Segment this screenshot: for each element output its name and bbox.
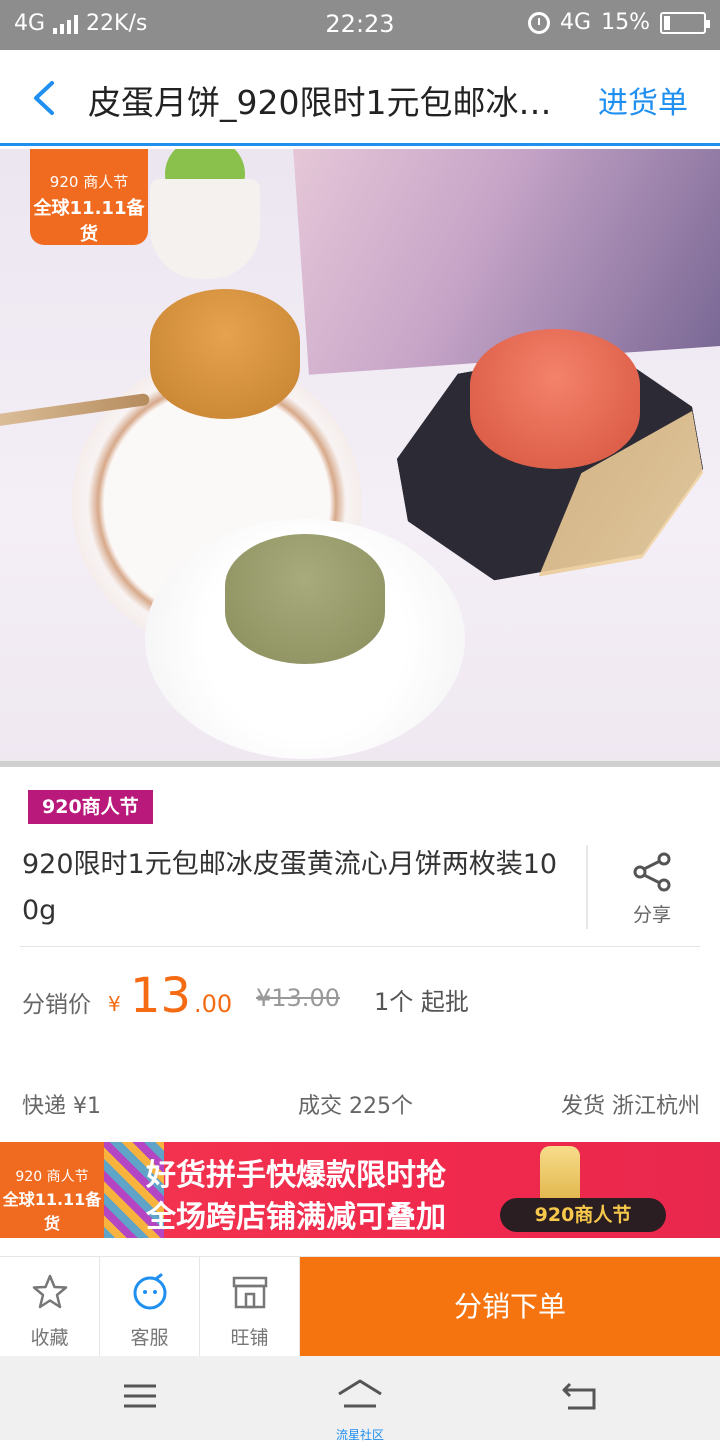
product-title: 920限时1元包邮冰皮蛋黄流心月饼两枚装100g xyxy=(22,849,558,926)
favorite-button[interactable]: 收藏 xyxy=(0,1257,100,1357)
promo-badge-line2: 全球11.11备货 xyxy=(33,198,145,245)
divider xyxy=(20,946,700,947)
alarm-icon xyxy=(528,11,551,34)
banner-badge-line2: 全球11.11备货 xyxy=(2,1190,102,1233)
price-label: 分销价 xyxy=(22,992,91,1018)
cart-link[interactable]: 进货单 xyxy=(598,78,688,122)
meta-row: 快递 ¥1 成交 225个 发货 浙江杭州 xyxy=(22,1088,700,1124)
status-right: 4G 15% xyxy=(528,10,710,35)
banner-badge-line1: 920 商人节 xyxy=(15,1169,89,1185)
promo-banner[interactable]: 920 商人节 全球11.11备货 好货拼手快爆款限时抢 全场跨店铺满减可叠加 … xyxy=(0,1142,720,1238)
home-icon[interactable] xyxy=(336,1376,384,1416)
mooncake-red xyxy=(470,329,640,469)
mooncake-green xyxy=(225,534,385,664)
service-button[interactable]: 客服 xyxy=(100,1257,200,1357)
favorite-label: 收藏 xyxy=(30,1327,69,1349)
cactus-pot-decoration xyxy=(150,179,260,279)
banner-headline: 好货拼手快爆款限时抢 xyxy=(146,1158,446,1193)
banner-subline: 全场跨店铺满减可叠加 xyxy=(146,1200,446,1235)
action-bar: 收藏 客服 旺铺 分销下单 xyxy=(0,1256,720,1357)
menu-icon[interactable] xyxy=(120,1376,160,1416)
back-arrow-icon[interactable] xyxy=(30,80,58,116)
price-integer: 13 xyxy=(130,968,192,1024)
shop-button[interactable]: 旺铺 xyxy=(200,1257,300,1357)
system-nav-bar: 流星社区 xyxy=(0,1356,720,1442)
star-icon xyxy=(32,1274,67,1309)
share-icon xyxy=(633,852,671,892)
price-decimal: .00 xyxy=(194,990,233,1018)
banner-pill: 920商人节 xyxy=(500,1198,666,1232)
order-button[interactable]: 分销下单 xyxy=(300,1257,720,1357)
mooncake-yellow xyxy=(150,289,300,419)
min-order: 1个 起批 xyxy=(374,988,469,1016)
price-row: 分销价 ¥ 13 .00 ¥13.00 1个 起批 xyxy=(22,968,702,1030)
network-type-right: 4G xyxy=(560,10,592,35)
page-title: 皮蛋月饼_920限时1元包邮冰… xyxy=(88,83,552,122)
promo-badge-line1: 920 商人节 xyxy=(49,173,129,191)
back-nav-icon[interactable] xyxy=(560,1376,600,1416)
store-icon xyxy=(232,1276,267,1309)
service-label: 客服 xyxy=(130,1327,169,1349)
battery-icon xyxy=(660,11,710,34)
original-price: ¥13.00 xyxy=(256,984,340,1012)
shipping-fee: 快递 ¥1 xyxy=(22,1094,101,1119)
status-bar: 4G 22K/s 22:23 4G 15% xyxy=(0,0,720,50)
share-button[interactable]: 分享 xyxy=(620,852,684,927)
promo-badge: 920 商人节 全球11.11备货 xyxy=(30,149,148,245)
ship-origin: 发货 浙江杭州 xyxy=(561,1094,700,1119)
battery-percent: 15% xyxy=(601,10,650,35)
chat-face-icon xyxy=(133,1273,166,1310)
home-label: 流星社区 xyxy=(335,1428,384,1442)
price-currency: ¥ xyxy=(108,992,121,1016)
deal-count: 成交 225个 xyxy=(298,1094,413,1119)
event-tag: 920商人节 xyxy=(28,790,153,824)
page-header: 皮蛋月饼_920限时1元包邮冰… 进货单 xyxy=(0,50,720,146)
share-label: 分享 xyxy=(632,904,671,926)
image-divider xyxy=(0,761,720,767)
product-image[interactable]: 920 商人节 全球11.11备货 xyxy=(0,149,720,767)
shop-label: 旺铺 xyxy=(230,1327,269,1349)
banner-badge: 920 商人节 全球11.11备货 xyxy=(0,1142,104,1238)
divider xyxy=(586,845,588,929)
